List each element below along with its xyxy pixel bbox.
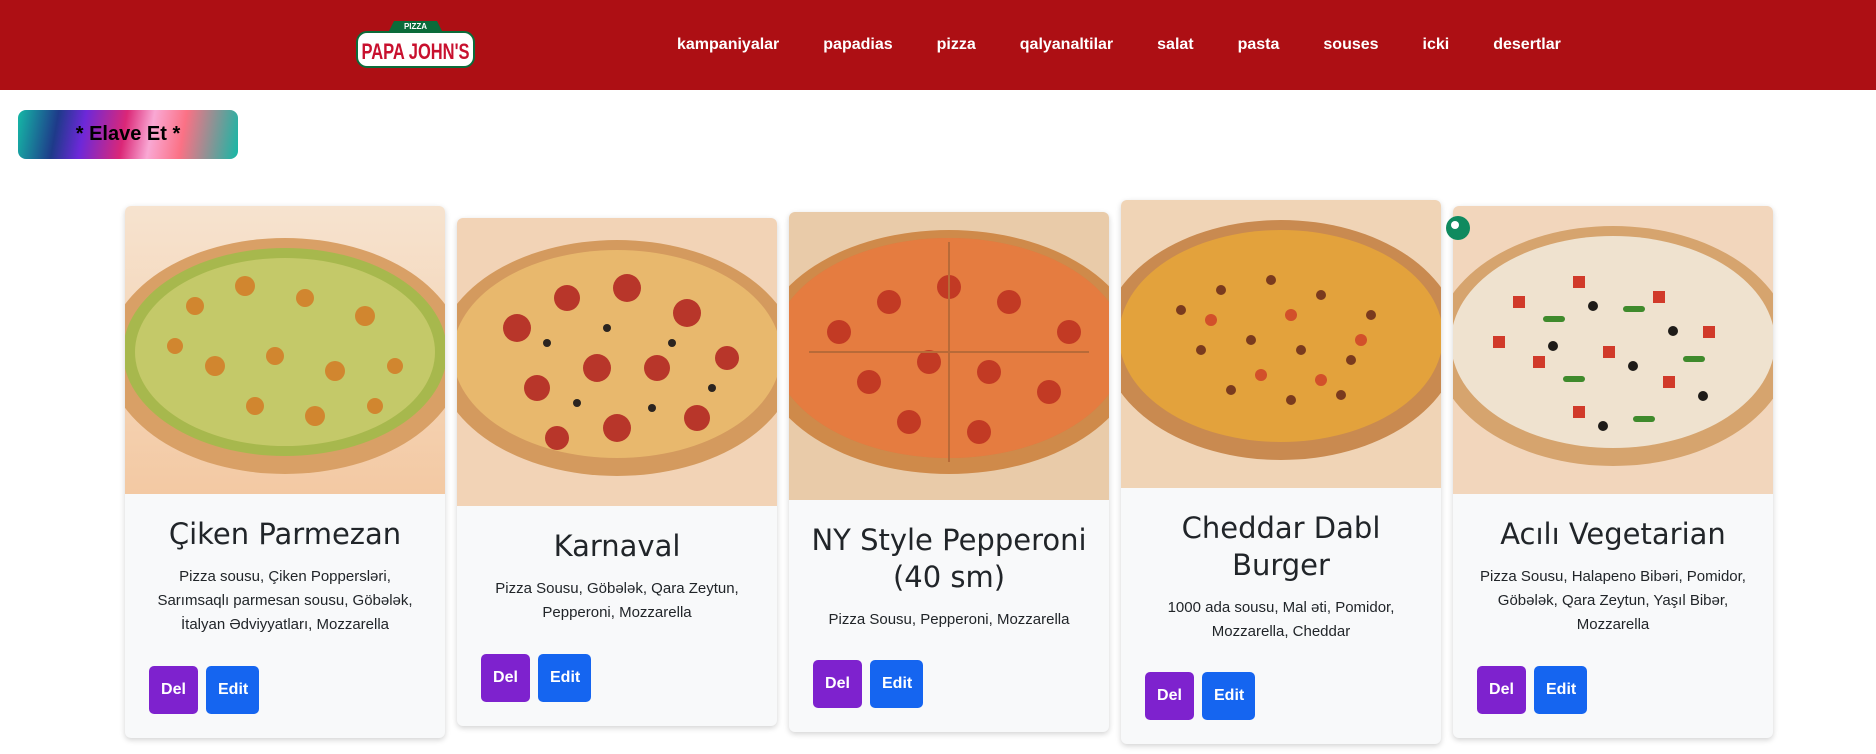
card-description: Pizza Sousu, Göbələk, Qara Zeytun, Peppe… bbox=[495, 580, 739, 621]
nav-icki[interactable]: icki bbox=[1423, 36, 1450, 54]
nav-salat[interactable]: salat bbox=[1157, 36, 1193, 54]
pizza-image bbox=[457, 218, 777, 506]
nav-pizza[interactable]: pizza bbox=[937, 36, 976, 54]
delete-button[interactable]: Del bbox=[813, 660, 862, 708]
nav-papadias[interactable]: papadias bbox=[823, 36, 892, 54]
logo-top-text: PIZZA bbox=[404, 22, 427, 31]
card-description: Pizza sousu, Çiken Poppersləri, Sarımsaq… bbox=[157, 568, 413, 633]
edit-button[interactable]: Edit bbox=[538, 654, 591, 702]
nav-desertlar[interactable]: desertlar bbox=[1493, 36, 1561, 54]
product-card: Cheddar Dabl Burger 1000 ada sousu, Mal … bbox=[1121, 200, 1441, 744]
product-card: Çiken Parmezan Pizza sousu, Çiken Popper… bbox=[125, 206, 445, 738]
card-title: Acılı Vegetarian bbox=[1500, 517, 1726, 551]
edit-button[interactable]: Edit bbox=[1202, 672, 1255, 720]
card-description: Pizza Sousu, Pepperoni, Mozzarella bbox=[828, 611, 1070, 628]
delete-button[interactable]: Del bbox=[1477, 666, 1526, 714]
card-title: Cheddar Dabl Burger bbox=[1181, 511, 1381, 582]
nav-qalyanaltilar[interactable]: qalyanaltilar bbox=[1020, 36, 1113, 54]
product-card: NY Style Pepperoni (40 sm) Pizza Sousu, … bbox=[789, 212, 1109, 732]
edit-button[interactable]: Edit bbox=[1534, 666, 1587, 714]
card-description: 1000 ada sousu, Mal əti, Pomidor, Mozzar… bbox=[1167, 599, 1395, 640]
nav-kampaniyalar[interactable]: kampaniyalar bbox=[677, 36, 779, 54]
edit-button[interactable]: Edit bbox=[870, 660, 923, 708]
papa-johns-logo[interactable]: PIZZA PAPA JOHN'S bbox=[354, 17, 477, 71]
card-title: Karnaval bbox=[553, 529, 681, 563]
card-description: Pizza Sousu, Halapeno Bibəri, Pomidor, G… bbox=[1480, 568, 1746, 633]
product-card: Karnaval Pizza Sousu, Göbələk, Qara Zeyt… bbox=[457, 218, 777, 726]
pizza-image bbox=[789, 212, 1109, 500]
delete-button[interactable]: Del bbox=[1145, 672, 1194, 720]
main-nav: kampaniyalar papadias pizza qalyanaltila… bbox=[677, 0, 1605, 90]
nav-pasta[interactable]: pasta bbox=[1238, 36, 1280, 54]
pizza-image bbox=[125, 206, 445, 494]
add-item-button[interactable]: * Elave Et * bbox=[18, 110, 238, 159]
delete-button[interactable]: Del bbox=[481, 654, 530, 702]
status-indicator-icon bbox=[1446, 216, 1470, 240]
card-title: NY Style Pepperoni (40 sm) bbox=[811, 523, 1087, 594]
pizza-image bbox=[1453, 206, 1773, 494]
logo-main-text: PAPA JOHN'S bbox=[362, 39, 470, 64]
edit-button[interactable]: Edit bbox=[206, 666, 259, 714]
card-title: Çiken Parmezan bbox=[168, 517, 402, 551]
nav-souses[interactable]: souses bbox=[1323, 36, 1378, 54]
navbar: PIZZA PAPA JOHN'S kampaniyalar papadias … bbox=[0, 0, 1876, 90]
delete-button[interactable]: Del bbox=[149, 666, 198, 714]
pizza-image bbox=[1121, 200, 1441, 488]
product-card: Acılı Vegetarian Pizza Sousu, Halapeno B… bbox=[1453, 206, 1773, 738]
